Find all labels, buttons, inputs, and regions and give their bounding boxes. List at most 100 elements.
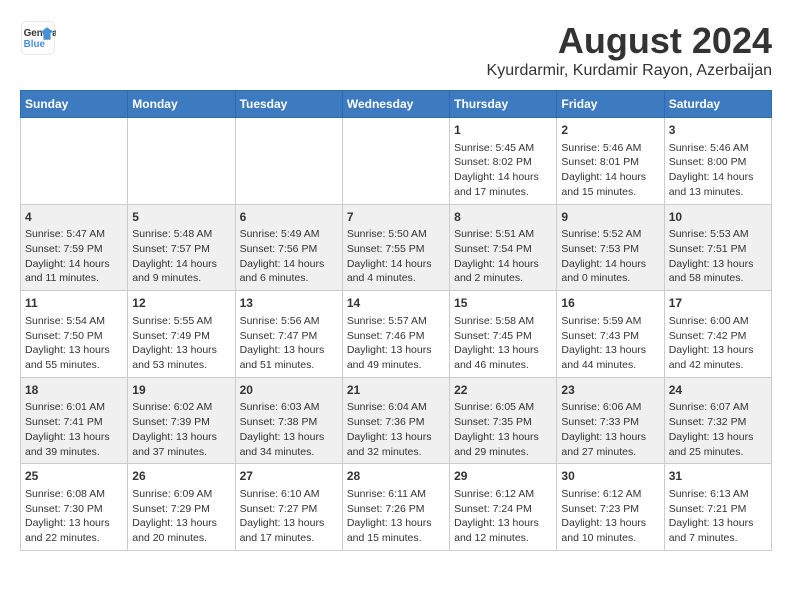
day-number: 25 — [25, 468, 123, 485]
calendar-cell: 3 Sunrise: 5:46 AM Sunset: 8:00 PM Daylig… — [664, 118, 771, 205]
day-info: Sunrise: 5:47 AM Sunset: 7:59 PM Dayligh… — [25, 227, 123, 286]
calendar-cell: 21Sunrise: 6:04 AM Sunset: 7:36 PM Dayli… — [342, 377, 449, 464]
day-info: Sunrise: 5:56 AM Sunset: 7:47 PM Dayligh… — [240, 314, 338, 373]
day-info: Sunrise: 6:09 AM Sunset: 7:29 PM Dayligh… — [132, 487, 230, 546]
day-number: 31 — [669, 468, 767, 485]
calendar-cell: 8Sunrise: 5:51 AM Sunset: 7:54 PM Daylig… — [450, 204, 557, 291]
calendar-cell: 25 Sunrise: 6:08 AM Sunset: 7:30 PM Dayli… — [21, 464, 128, 551]
day-info: Sunrise: 5:53 AM Sunset: 7:51 PM Dayligh… — [669, 227, 767, 286]
day-of-week-header: Friday — [557, 91, 664, 118]
day-number: 6 — [240, 209, 338, 226]
day-number: 5 — [132, 209, 230, 226]
day-of-week-header: Thursday — [450, 91, 557, 118]
day-info: Sunrise: 6:01 AM Sunset: 7:41 PM Dayligh… — [25, 400, 123, 459]
day-info: Sunrise: 6:11 AM Sunset: 7:26 PM Dayligh… — [347, 487, 445, 546]
day-number: 26 — [132, 468, 230, 485]
day-of-week-header: Saturday — [664, 91, 771, 118]
day-number: 3 — [669, 122, 767, 139]
calendar-cell: 11Sunrise: 5:54 AM Sunset: 7:50 PM Dayli… — [21, 291, 128, 378]
day-number: 2 — [561, 122, 659, 139]
calendar-cell: 28Sunrise: 6:11 AM Sunset: 7:26 PM Dayli… — [342, 464, 449, 551]
day-of-week-header: Monday — [128, 91, 235, 118]
day-info: Sunrise: 6:00 AM Sunset: 7:42 PM Dayligh… — [669, 314, 767, 373]
day-number: 8 — [454, 209, 552, 226]
calendar-cell: 6Sunrise: 5:49 AM Sunset: 7:56 PM Daylig… — [235, 204, 342, 291]
day-of-week-header: Tuesday — [235, 91, 342, 118]
calendar-header-row: SundayMondayTuesdayWednesdayThursdayFrid… — [21, 91, 772, 118]
logo-icon: General Blue — [20, 20, 56, 56]
day-number: 18 — [25, 382, 123, 399]
svg-text:General: General — [24, 28, 56, 39]
page-subtitle: Kyurdarmir, Kurdamir Rayon, Azerbaijan — [487, 62, 772, 80]
calendar-cell: 12 Sunrise: 5:55 AM Sunset: 7:49 PM Dayli… — [128, 291, 235, 378]
day-info: Sunrise: 5:55 AM Sunset: 7:49 PM Dayligh… — [132, 314, 230, 373]
calendar-week-row: 25 Sunrise: 6:08 AM Sunset: 7:30 PM Dayli… — [21, 464, 772, 551]
calendar-cell: 4Sunrise: 5:47 AM Sunset: 7:59 PM Daylig… — [21, 204, 128, 291]
calendar-cell: 19Sunrise: 6:02 AM Sunset: 7:39 PM Dayli… — [128, 377, 235, 464]
day-number: 4 — [25, 209, 123, 226]
day-number: 12 — [132, 295, 230, 312]
day-info: Sunrise: 6:06 AM Sunset: 7:33 PM Dayligh… — [561, 400, 659, 459]
calendar-cell: 31 Sunrise: 6:13 AM Sunset: 7:21 PM Dayli… — [664, 464, 771, 551]
day-info: Sunrise: 5:45 AM Sunset: 8:02 PM Dayligh… — [454, 141, 552, 200]
day-number: 9 — [561, 209, 659, 226]
day-info: Sunrise: 6:02 AM Sunset: 7:39 PM Dayligh… — [132, 400, 230, 459]
calendar-cell — [235, 118, 342, 205]
day-info: Sunrise: 6:12 AM Sunset: 7:23 PM Dayligh… — [561, 487, 659, 546]
day-number: 22 — [454, 382, 552, 399]
day-info: Sunrise: 5:48 AM Sunset: 7:57 PM Dayligh… — [132, 227, 230, 286]
calendar-cell: 2 Sunrise: 5:46 AM Sunset: 8:01 PM Daylig… — [557, 118, 664, 205]
day-of-week-header: Sunday — [21, 91, 128, 118]
calendar-week-row: 4Sunrise: 5:47 AM Sunset: 7:59 PM Daylig… — [21, 204, 772, 291]
calendar-cell — [342, 118, 449, 205]
calendar-cell: 15Sunrise: 5:58 AM Sunset: 7:45 PM Dayli… — [450, 291, 557, 378]
day-info: Sunrise: 5:51 AM Sunset: 7:54 PM Dayligh… — [454, 227, 552, 286]
day-info: Sunrise: 5:49 AM Sunset: 7:56 PM Dayligh… — [240, 227, 338, 286]
calendar-cell: 22Sunrise: 6:05 AM Sunset: 7:35 PM Dayli… — [450, 377, 557, 464]
calendar-cell: 10Sunrise: 5:53 AM Sunset: 7:51 PM Dayli… — [664, 204, 771, 291]
day-info: Sunrise: 5:58 AM Sunset: 7:45 PM Dayligh… — [454, 314, 552, 373]
calendar-cell: 18Sunrise: 6:01 AM Sunset: 7:41 PM Dayli… — [21, 377, 128, 464]
day-info: Sunrise: 6:03 AM Sunset: 7:38 PM Dayligh… — [240, 400, 338, 459]
day-number: 27 — [240, 468, 338, 485]
day-info: Sunrise: 5:50 AM Sunset: 7:55 PM Dayligh… — [347, 227, 445, 286]
calendar-cell: 29 Sunrise: 6:12 AM Sunset: 7:24 PM Dayli… — [450, 464, 557, 551]
page-header: General Blue August 2024 Kyurdarmir, Kur… — [20, 20, 772, 80]
day-info: Sunrise: 6:10 AM Sunset: 7:27 PM Dayligh… — [240, 487, 338, 546]
day-info: Sunrise: 5:46 AM Sunset: 8:00 PM Dayligh… — [669, 141, 767, 200]
calendar-cell: 16Sunrise: 5:59 AM Sunset: 7:43 PM Dayli… — [557, 291, 664, 378]
day-number: 7 — [347, 209, 445, 226]
day-number: 20 — [240, 382, 338, 399]
calendar-cell: 13Sunrise: 5:56 AM Sunset: 7:47 PM Dayli… — [235, 291, 342, 378]
day-info: Sunrise: 6:07 AM Sunset: 7:32 PM Dayligh… — [669, 400, 767, 459]
day-number: 29 — [454, 468, 552, 485]
calendar-cell: 24Sunrise: 6:07 AM Sunset: 7:32 PM Dayli… — [664, 377, 771, 464]
calendar-cell: 27 Sunrise: 6:10 AM Sunset: 7:27 PM Dayli… — [235, 464, 342, 551]
calendar-cell: 26 Sunrise: 6:09 AM Sunset: 7:29 PM Dayli… — [128, 464, 235, 551]
calendar-body: 1Sunrise: 5:45 AM Sunset: 8:02 PM Daylig… — [21, 118, 772, 551]
calendar-cell: 30Sunrise: 6:12 AM Sunset: 7:23 PM Dayli… — [557, 464, 664, 551]
calendar-cell: 7Sunrise: 5:50 AM Sunset: 7:55 PM Daylig… — [342, 204, 449, 291]
day-info: Sunrise: 6:12 AM Sunset: 7:24 PM Dayligh… — [454, 487, 552, 546]
calendar-cell: 1Sunrise: 5:45 AM Sunset: 8:02 PM Daylig… — [450, 118, 557, 205]
day-info: Sunrise: 5:46 AM Sunset: 8:01 PM Dayligh… — [561, 141, 659, 200]
day-number: 14 — [347, 295, 445, 312]
calendar-cell: 20Sunrise: 6:03 AM Sunset: 7:38 PM Dayli… — [235, 377, 342, 464]
svg-text:Blue: Blue — [24, 39, 46, 50]
day-info: Sunrise: 6:05 AM Sunset: 7:35 PM Dayligh… — [454, 400, 552, 459]
day-info: Sunrise: 6:13 AM Sunset: 7:21 PM Dayligh… — [669, 487, 767, 546]
day-info: Sunrise: 6:08 AM Sunset: 7:30 PM Dayligh… — [25, 487, 123, 546]
calendar-cell: 23Sunrise: 6:06 AM Sunset: 7:33 PM Dayli… — [557, 377, 664, 464]
calendar-cell — [21, 118, 128, 205]
day-number: 21 — [347, 382, 445, 399]
day-of-week-header: Wednesday — [342, 91, 449, 118]
day-number: 16 — [561, 295, 659, 312]
day-info: Sunrise: 5:54 AM Sunset: 7:50 PM Dayligh… — [25, 314, 123, 373]
calendar-week-row: 1Sunrise: 5:45 AM Sunset: 8:02 PM Daylig… — [21, 118, 772, 205]
logo: General Blue — [20, 20, 56, 56]
calendar-cell: 9Sunrise: 5:52 AM Sunset: 7:53 PM Daylig… — [557, 204, 664, 291]
day-number: 17 — [669, 295, 767, 312]
calendar-table: SundayMondayTuesdayWednesdayThursdayFrid… — [20, 90, 772, 551]
day-number: 24 — [669, 382, 767, 399]
title-block: August 2024 Kyurdarmir, Kurdamir Rayon, … — [487, 20, 772, 80]
